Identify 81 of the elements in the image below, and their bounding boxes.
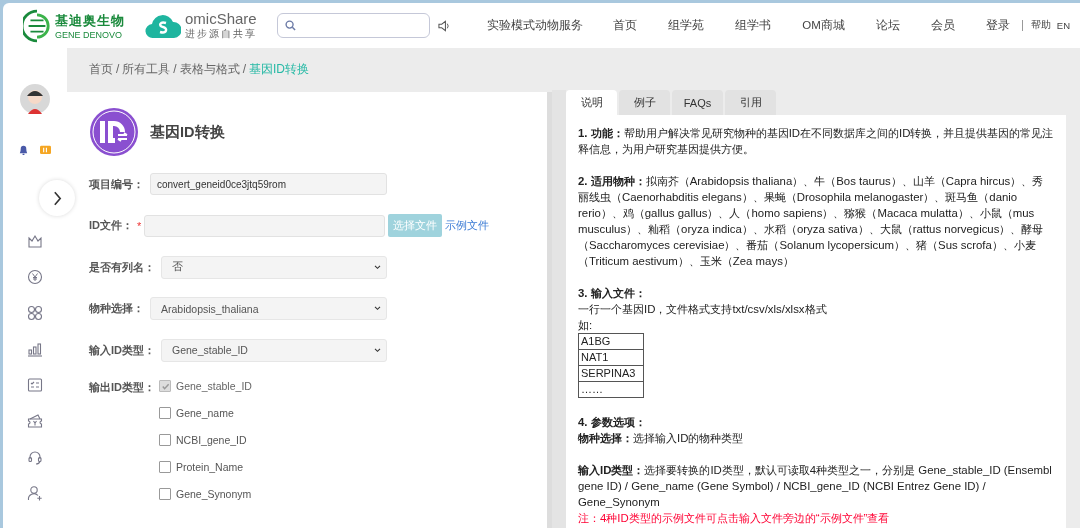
breadcrumb-separator: / — [173, 62, 177, 76]
chevron-down-icon — [374, 264, 381, 270]
table-cell: …… — [578, 381, 644, 398]
tab[interactable]: 引用 — [725, 90, 776, 115]
site-name: omicShare — [185, 10, 257, 27]
table-cell: NAT1 — [578, 349, 644, 366]
add-user-icon[interactable] — [27, 485, 43, 501]
cloud-icon — [145, 12, 181, 39]
dropdown[interactable]: Arabidopsis_thaliana — [150, 297, 387, 320]
chevron-right-icon — [52, 190, 62, 206]
checkbox-option[interactable]: Gene_Synonym — [159, 487, 252, 501]
help-heading: 3. 输入文件： — [578, 286, 647, 301]
site-slogan: 进步源自共享 — [185, 27, 257, 41]
nav-link[interactable]: 登录 — [985, 18, 1010, 33]
breadcrumb-separator: / — [116, 62, 120, 76]
project-id-field[interactable]: convert_geneid0ce3jtq59rom — [150, 173, 387, 195]
tab[interactable]: FAQs — [672, 90, 723, 115]
tool-title: 基因ID转换 — [150, 122, 225, 142]
search-field[interactable] — [277, 13, 430, 38]
expand-button[interactable] — [39, 180, 75, 216]
breadcrumb-link[interactable]: 表格与格式 — [179, 60, 240, 78]
nav-link[interactable]: OM商城 — [802, 18, 845, 33]
checkbox-option[interactable]: Gene_name — [159, 406, 252, 420]
checklist-icon[interactable] — [27, 377, 43, 393]
help-text: 如: — [578, 318, 594, 333]
bell-icon[interactable] — [18, 144, 29, 155]
required-marker: * — [137, 219, 142, 232]
checkbox[interactable] — [159, 488, 171, 500]
gene-denovo-logo-icon — [23, 8, 51, 43]
nav-link[interactable]: 组学书 — [735, 18, 772, 33]
nav-link[interactable]: 论坛 — [875, 18, 900, 33]
nav-link[interactable]: 实验模式动物服务 — [487, 18, 584, 33]
field-label: 项目编号： — [89, 176, 144, 192]
breadcrumb-separator: / — [242, 62, 247, 76]
help-paragraph: 物种选择：选择输入ID的物种类型 — [578, 431, 745, 446]
ticket-icon[interactable] — [27, 413, 43, 429]
help-text: 输入ID类型：选择要转换的ID类型，默认可读取4种类型之一，分别是 Gene_stable_ID (Ensembl gene ID) / Gene_name (Gene Symbol) / NCBI_gene_ID (NCBI Entrez Gene ID) / Gene_Synonym — [578, 463, 1053, 510]
yen-coin-icon[interactable] — [27, 269, 43, 285]
field-label: 输出ID类型： — [89, 379, 155, 395]
nav-link[interactable]: 组学苑 — [668, 18, 705, 33]
file-path-field[interactable] — [144, 214, 386, 237]
crown-icon[interactable] — [27, 233, 43, 249]
checkbox-option[interactable]: NCBI_gene_ID — [159, 433, 252, 447]
tab[interactable]: 例子 — [619, 90, 670, 115]
brand-subtitle: GENE DENOVO — [55, 29, 123, 40]
help-note: 注：4种ID类型的示例文件可点击输入文件旁边的“示例文件”查看 — [578, 511, 891, 526]
chevron-down-icon — [374, 306, 381, 311]
header-link[interactable]: 帮助 — [1030, 19, 1051, 32]
field-label: 物种选择： — [89, 301, 144, 316]
nav-link[interactable]: 首页 — [613, 18, 638, 33]
headset-icon[interactable] — [27, 449, 43, 465]
help-heading: 4. 参数选项： — [578, 415, 647, 430]
help-text: 一行一个基因ID，文件格式支持txt/csv/xls/xlsx格式 — [578, 302, 828, 317]
help-paragraph: 1. 功能：帮助用户解决常见研究物种的基因ID在不同数据库之间的ID转换，并且提供基因的常见注释信息，为用户研究基因提供方便。 — [578, 126, 1054, 157]
chevron-down-icon — [374, 347, 381, 353]
table-cell: SERPINA3 — [578, 365, 644, 382]
speaker-icon[interactable] — [438, 19, 451, 32]
checkbox-option[interactable]: Protein_Name — [159, 460, 252, 474]
checkbox[interactable] — [159, 461, 171, 473]
dropdown[interactable]: 否 — [161, 255, 387, 279]
splitter-handle[interactable] — [552, 90, 566, 528]
field-label: 输入ID类型： — [89, 342, 155, 358]
bar-chart-icon[interactable] — [27, 341, 43, 357]
help-paragraph: 2. 适用物种：拟南芥（Arabidopsis thaliana）、牛（Bos taurus）、山羊（Capra hircus）、秀丽线虫（Caenorhabditis elegans）、果蝇（Drosophila melanogaster）、斑马鱼（danio rerio）、鸡（gallus gallus）、人（homo sapiens）、猕猴（Macaca mulatta）、小鼠（mus musculus）、籼稻（oryza indica）、水稻（oryza sativa）、大鼠（rattus norvegicus）、酵母（Saccharomyces cerevisiae）、番茄（Solanum lycopersicum）、猪（Sus scrofa）、小麦（Triticum aestivum）、玉米（Zea mays） — [578, 174, 1045, 269]
header-link[interactable]: EN — [1056, 20, 1070, 31]
field-label: ID文件： — [89, 218, 133, 233]
table-cell: A1BG — [578, 333, 644, 350]
avatar[interactable] — [20, 84, 50, 114]
id-convert-icon — [89, 107, 139, 157]
tab[interactable]: 说明 — [566, 90, 617, 115]
checkbox[interactable] — [159, 407, 171, 419]
nav-link[interactable]: 会员 — [930, 18, 955, 33]
brand-name: 基迪奥生物 — [55, 11, 125, 30]
breadcrumb-link[interactable]: 所有工具 — [122, 60, 171, 78]
breadcrumb-link[interactable]: 首页 — [89, 60, 113, 78]
example-file-link[interactable]: 示例文件 — [445, 218, 490, 233]
dropdown[interactable]: Gene_stable_ID — [161, 338, 387, 362]
field-label: 是否有列名： — [89, 259, 155, 275]
search-icon — [285, 20, 296, 31]
grid-icon[interactable] — [27, 305, 43, 321]
checkbox[interactable] — [159, 434, 171, 446]
